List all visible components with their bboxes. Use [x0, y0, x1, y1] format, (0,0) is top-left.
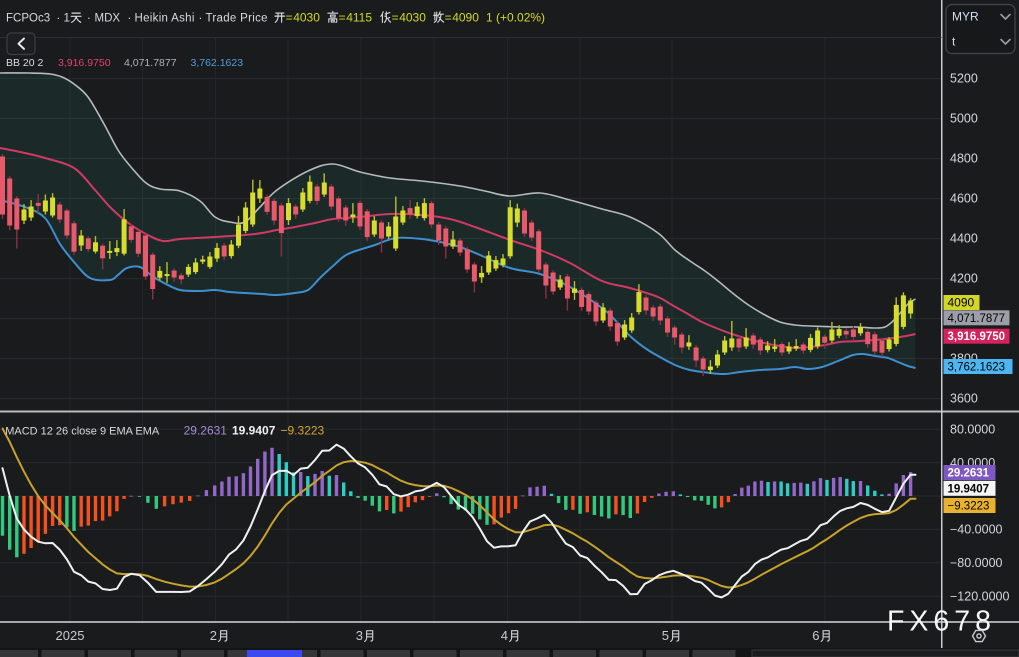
svg-text:4: 4: [501, 628, 508, 643]
svg-text:5200: 5200: [950, 72, 978, 86]
svg-text:·: ·: [57, 12, 61, 24]
svg-text:Heikin Ashi: Heikin Ashi: [135, 12, 195, 24]
svg-text:19.9407: 19.9407: [948, 483, 990, 495]
svg-text:4090: 4090: [948, 296, 975, 310]
svg-text:4115: 4115: [346, 10, 372, 24]
svg-text:5000: 5000: [950, 112, 978, 126]
svg-text:MYR: MYR: [952, 10, 979, 24]
svg-text:=: =: [445, 10, 452, 24]
svg-text:6: 6: [812, 628, 819, 643]
svg-text:4,071.7877: 4,071.7877: [948, 313, 1006, 325]
svg-text:=: =: [339, 10, 346, 24]
svg-text:MDX: MDX: [95, 12, 121, 24]
svg-text:5: 5: [662, 628, 669, 643]
svg-text:80.0000: 80.0000: [950, 422, 995, 436]
svg-text:29.2631: 29.2631: [948, 468, 990, 480]
svg-text:·: ·: [87, 12, 91, 24]
svg-text:=: =: [392, 10, 399, 24]
svg-text:4,071.7877: 4,071.7877: [124, 57, 177, 69]
svg-text:3,916.9750: 3,916.9750: [948, 331, 1006, 343]
svg-text:FX678: FX678: [887, 606, 996, 638]
svg-text:3: 3: [356, 628, 363, 643]
svg-text:29.2631: 29.2631: [184, 423, 228, 437]
svg-text:2: 2: [210, 628, 217, 643]
svg-text:MACD 12 26 close 9 EMA EMA: MACD 12 26 close 9 EMA EMA: [5, 425, 160, 437]
svg-text:3,762.1623: 3,762.1623: [191, 57, 244, 69]
svg-text:FCPOc3: FCPOc3: [6, 12, 50, 24]
svg-text:1: 1: [64, 12, 70, 24]
svg-text:−80.0000: −80.0000: [950, 556, 1003, 570]
svg-text:19.9407: 19.9407: [232, 423, 276, 437]
svg-text:·: ·: [199, 12, 203, 24]
svg-text:1 (+0.02%): 1 (+0.02%): [486, 10, 545, 24]
svg-text:3600: 3600: [950, 392, 978, 406]
svg-text:4600: 4600: [950, 192, 978, 206]
svg-text:4400: 4400: [950, 232, 978, 246]
svg-text:−40.0000: −40.0000: [950, 523, 1003, 537]
svg-text:4030: 4030: [293, 10, 320, 24]
svg-text:4800: 4800: [950, 152, 978, 166]
svg-text:−9.3223: −9.3223: [948, 501, 990, 513]
svg-text:−9.3223: −9.3223: [281, 423, 325, 437]
svg-text:·: ·: [128, 12, 132, 24]
svg-text:BB 20 2: BB 20 2: [6, 57, 44, 69]
svg-text:=: =: [286, 10, 293, 24]
svg-text:4030: 4030: [399, 10, 426, 24]
svg-text:−120.0000: −120.0000: [950, 589, 1009, 603]
svg-text:Trade Price: Trade Price: [206, 12, 268, 24]
svg-text:4090: 4090: [452, 10, 479, 24]
svg-text:3,762.1623: 3,762.1623: [948, 362, 1006, 374]
svg-text:4200: 4200: [950, 272, 978, 286]
svg-text:2025: 2025: [56, 628, 85, 643]
svg-text:3,916.9750: 3,916.9750: [58, 57, 111, 69]
